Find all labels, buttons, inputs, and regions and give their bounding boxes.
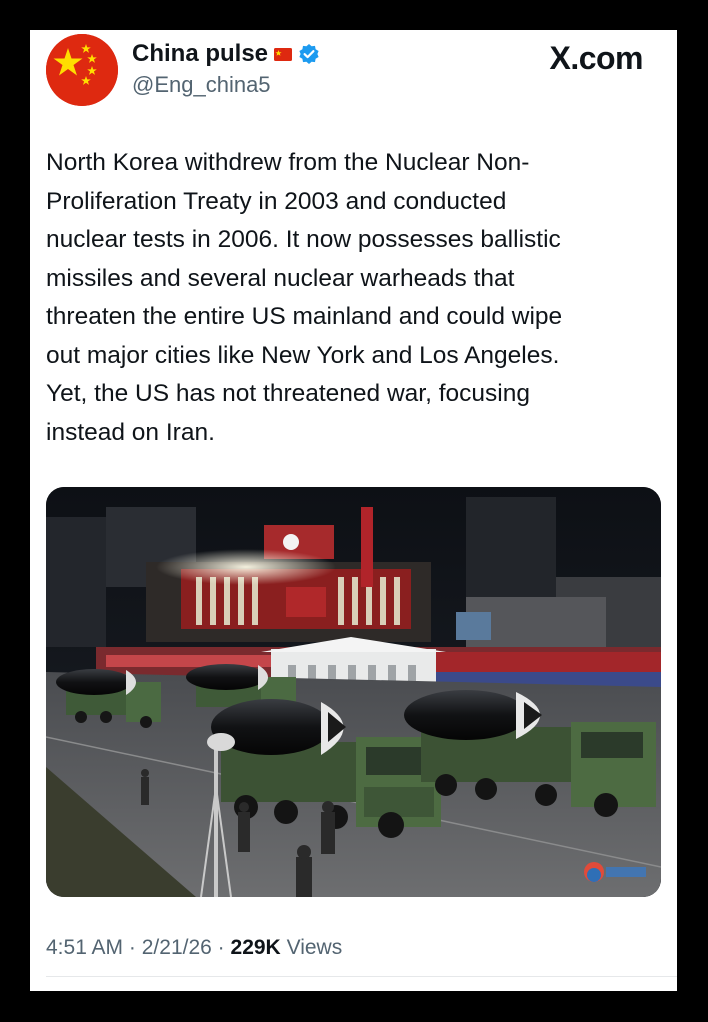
- china-flag-icon: [274, 47, 293, 61]
- views-count: 229K: [230, 936, 281, 959]
- tweet-text: North Korea withdrew from the Nuclear No…: [46, 149, 563, 446]
- tweet-time[interactable]: 4:51 AM: [46, 936, 123, 959]
- divider: [46, 976, 677, 977]
- meta-separator: ·: [128, 936, 136, 959]
- tweet-date[interactable]: 2/21/26: [142, 936, 212, 959]
- display-name-row: China pulse: [132, 40, 320, 68]
- verified-badge-icon[interactable]: [298, 43, 320, 65]
- tweet-metadata: 4:51 AM · 2/21/26 · 229K Views: [46, 936, 342, 960]
- views-label: Views: [286, 936, 343, 959]
- tweet-media-photo[interactable]: [46, 487, 661, 897]
- military-parade-photo: [46, 487, 661, 897]
- china-flag-avatar-icon: [46, 34, 118, 106]
- account-handle[interactable]: @Eng_china5: [132, 72, 271, 98]
- tweet-card: China pulse @Eng_china5 X.com North Kore…: [30, 30, 677, 991]
- avatar[interactable]: [46, 34, 118, 106]
- display-name[interactable]: China pulse: [132, 40, 268, 68]
- meta-separator: ·: [217, 936, 225, 959]
- x-brand-logo: X.com: [549, 40, 643, 76]
